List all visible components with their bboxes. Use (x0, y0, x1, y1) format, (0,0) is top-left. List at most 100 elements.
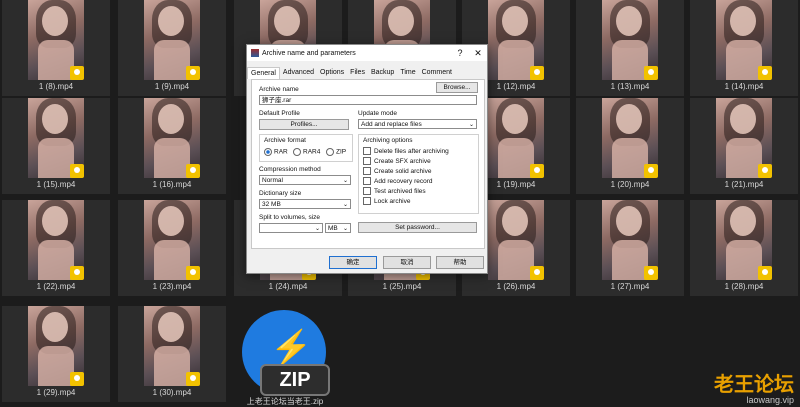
close-icon[interactable]: ✕ (469, 48, 487, 59)
file-name: 1 (22).mp4 (36, 282, 76, 291)
video-tile[interactable]: 1 (15).mp4 (2, 98, 110, 194)
tab-backup[interactable]: Backup (368, 67, 397, 79)
chevron-down-icon: ⌄ (468, 122, 474, 128)
file-name: 1 (30).mp4 (152, 388, 192, 397)
file-name: 1 (14).mp4 (724, 82, 764, 91)
file-name: 1 (25).mp4 (382, 282, 422, 291)
tab-time[interactable]: Time (397, 67, 418, 79)
player-icon (644, 164, 658, 178)
test-archived-checkbox[interactable]: Test archived files (363, 187, 426, 195)
profiles-button[interactable]: Profiles... (259, 119, 349, 130)
general-panel: Archive name Browse... 狮子座.rar Default P… (251, 79, 485, 249)
lightning-icon: ⚡ (270, 329, 313, 367)
chevron-down-icon: ⌄ (342, 178, 348, 184)
file-name: 1 (16).mp4 (152, 180, 192, 189)
chevron-down-icon: ⌄ (342, 202, 348, 208)
split-unit-value: MB (328, 225, 338, 232)
option-label: Create SFX archive (374, 157, 431, 165)
set-password-button[interactable]: Set password... (358, 222, 477, 233)
player-icon (186, 66, 200, 80)
format-rar-label: RAR (274, 148, 288, 156)
video-tile[interactable]: 1 (23).mp4 (118, 200, 226, 296)
video-tile[interactable]: 1 (29).mp4 (2, 306, 110, 402)
option-label: Delete files after archiving (374, 147, 449, 155)
checkbox-icon (363, 147, 371, 155)
file-name: 1 (28).mp4 (724, 282, 764, 291)
player-icon (70, 372, 84, 386)
delete-files-checkbox[interactable]: Delete files after archiving (363, 147, 449, 155)
format-rar4-radio[interactable]: RAR4 (293, 148, 320, 156)
video-tile[interactable]: 1 (30).mp4 (118, 306, 226, 402)
radio-icon (293, 148, 301, 156)
update-mode-value: Add and replace files (361, 121, 422, 128)
video-tile[interactable]: 1 (20).mp4 (576, 98, 684, 194)
file-name: 1 (13).mp4 (610, 82, 650, 91)
checkbox-icon (363, 197, 371, 205)
file-name: 1 (8).mp4 (38, 82, 74, 91)
player-icon (70, 164, 84, 178)
video-tile[interactable]: 1 (28).mp4 (690, 200, 798, 296)
browse-button[interactable]: Browse... (436, 82, 478, 93)
video-tile[interactable]: 1 (8).mp4 (2, 0, 110, 96)
help-button[interactable]: 帮助 (436, 256, 484, 269)
checkbox-icon (363, 157, 371, 165)
dictionary-size-select[interactable]: 32 MB ⌄ (259, 199, 351, 209)
tab-files[interactable]: Files (347, 67, 368, 79)
video-tile[interactable]: 1 (14).mp4 (690, 0, 798, 96)
player-icon (530, 266, 544, 280)
update-mode-select[interactable]: Add and replace files ⌄ (358, 119, 477, 129)
video-tile[interactable]: 1 (13).mp4 (576, 0, 684, 96)
create-solid-checkbox[interactable]: Create solid archive (363, 167, 431, 175)
file-name: 1 (15).mp4 (36, 180, 76, 189)
archiving-options-group: Archiving options Delete files after arc… (358, 134, 479, 214)
compression-method-select[interactable]: Normal ⌄ (259, 175, 351, 185)
file-name: 1 (29).mp4 (36, 388, 76, 397)
player-icon (644, 66, 658, 80)
create-sfx-checkbox[interactable]: Create SFX archive (363, 157, 431, 165)
archive-name-field[interactable]: 狮子座.rar (259, 95, 477, 105)
file-name: 1 (23).mp4 (152, 282, 192, 291)
player-icon (530, 164, 544, 178)
option-label: Test archived files (374, 187, 426, 195)
archive-format-label: Archive format (264, 137, 306, 144)
format-rar-radio[interactable]: RAR (264, 148, 288, 156)
split-volumes-input[interactable]: ⌄ (259, 223, 323, 233)
video-tile[interactable]: 1 (16).mp4 (118, 98, 226, 194)
player-icon (758, 66, 772, 80)
lock-archive-checkbox[interactable]: Lock archive (363, 197, 411, 205)
tab-advanced[interactable]: Advanced (280, 67, 317, 79)
file-name: 上老王论坛当老王.zip (246, 397, 324, 406)
player-icon (186, 164, 200, 178)
video-tile[interactable]: 1 (9).mp4 (118, 0, 226, 96)
player-icon (186, 372, 200, 386)
split-volumes-label: Split to volumes, size (259, 214, 321, 221)
tab-comment[interactable]: Comment (419, 67, 455, 79)
video-tile[interactable]: 1 (21).mp4 (690, 98, 798, 194)
tab-general[interactable]: General (247, 67, 280, 79)
cancel-button[interactable]: 取消 (383, 256, 431, 269)
split-unit-select[interactable]: MB ⌄ (325, 223, 351, 233)
radio-icon (326, 148, 334, 156)
video-tile[interactable]: 1 (22).mp4 (2, 200, 110, 296)
player-icon (70, 66, 84, 80)
tab-options[interactable]: Options (317, 67, 347, 79)
help-icon[interactable]: ? (451, 48, 469, 58)
default-profile-label: Default Profile (259, 110, 300, 117)
format-zip-radio[interactable]: ZIP (326, 148, 346, 156)
dictionary-size-value: 32 MB (262, 201, 281, 208)
format-zip-label: ZIP (336, 148, 347, 156)
file-name: 1 (20).mp4 (610, 180, 650, 189)
format-rar4-label: RAR4 (303, 148, 321, 156)
file-name: 1 (26).mp4 (496, 282, 536, 291)
dictionary-size-label: Dictionary size (259, 190, 302, 197)
ok-button[interactable]: 确定 (329, 256, 377, 269)
zip-label: ZIP (260, 364, 330, 396)
archive-name-label: Archive name (259, 86, 299, 93)
archive-dialog: Archive name and parameters ? ✕ General … (246, 44, 488, 274)
video-tile[interactable]: 1 (27).mp4 (576, 200, 684, 296)
recovery-record-checkbox[interactable]: Add recovery record (363, 177, 433, 185)
checkbox-icon (363, 187, 371, 195)
option-label: Add recovery record (374, 177, 433, 185)
dialog-titlebar[interactable]: Archive name and parameters ? ✕ (247, 45, 487, 61)
dialog-footer: 确定 取消 帮助 (247, 251, 487, 273)
